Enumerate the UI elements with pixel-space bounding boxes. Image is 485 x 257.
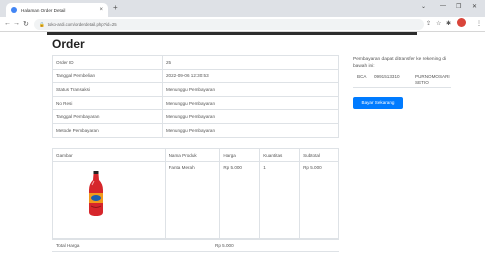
account-holder-name: PURNOMOSARI SETIO: [415, 74, 450, 85]
product-name-cell: Fanta Merah: [164, 161, 221, 240]
forward-icon[interactable]: →: [13, 20, 20, 27]
order-items-table: Gambar Nama Produk Harga Kuantitas Subto…: [52, 148, 339, 240]
close-window-icon[interactable]: ✕: [472, 3, 477, 10]
column-header-price: Harga: [219, 148, 261, 162]
purchase-date-label: Tanggal Pembelian: [52, 68, 163, 84]
product-quantity-cell: 1: [259, 161, 301, 240]
site-favicon-icon: [11, 7, 17, 13]
payment-date-label: Tanggal Pembayaran: [52, 109, 163, 124]
address-bar: ← → ↻ 🔒 toko-ardi.com/orderdetail.php?id…: [0, 17, 485, 32]
page-title: Order: [52, 37, 85, 51]
share-icon[interactable]: ⇪: [426, 20, 431, 27]
bank-name: BCA: [357, 74, 367, 79]
tab-title: Halaman Order Detail: [21, 7, 66, 13]
url-text: toko-ardi.com/orderdetail.php?id=25: [47, 22, 117, 27]
receipt-number-label: No Resi: [52, 95, 163, 111]
table-row: Tanggal Pembayaran Menunggu Pembayaran: [52, 109, 339, 124]
column-header-product: Nama Produk: [164, 148, 221, 162]
bookmark-star-icon[interactable]: ☆: [436, 20, 441, 27]
page-header-stripe: [47, 32, 417, 35]
table-row: Fanta Merah Rp 5.000 1 Rp 5.000: [52, 161, 339, 240]
total-value: Rp 5.000: [215, 243, 234, 248]
tab-search-icon[interactable]: ⌄: [421, 3, 426, 10]
reload-icon[interactable]: ↻: [23, 20, 29, 28]
payment-method-value: Menunggu Pembayaran: [162, 122, 339, 138]
order-id-value: 25: [162, 55, 339, 70]
receipt-number-value: Menunggu Pembayaran: [162, 95, 339, 111]
close-tab-icon[interactable]: ×: [99, 7, 103, 13]
new-tab-icon[interactable]: +: [113, 3, 118, 12]
column-header-quantity: Kuantitas: [259, 148, 301, 162]
table-row: Status Transaksi Menunggu Pembayaran: [52, 82, 339, 97]
browser-tab-bar: Halaman Order Detail × + ⌄ — ❐ ✕: [0, 0, 485, 17]
transaction-status-value: Menunggu Pembayaran: [162, 82, 339, 97]
table-row: Order ID 25: [52, 55, 339, 70]
payment-date-value: Menunggu Pembayaran: [162, 109, 339, 124]
product-price-cell: Rp 5.000: [219, 161, 261, 240]
pay-now-button[interactable]: Bayar Sekarang: [353, 97, 403, 109]
table-header-row: Gambar Nama Produk Harga Kuantitas Subto…: [52, 148, 339, 162]
total-label: Total Harga: [56, 243, 80, 248]
lock-icon: 🔒: [39, 21, 45, 27]
url-input[interactable]: 🔒 toko-ardi.com/orderdetail.php?id=25: [34, 19, 424, 30]
browser-tab[interactable]: Halaman Order Detail ×: [6, 3, 108, 17]
fanta-bottle-image: [89, 171, 103, 216]
product-image-cell: [52, 161, 166, 240]
back-icon[interactable]: ←: [4, 20, 11, 27]
profile-avatar[interactable]: [457, 18, 466, 27]
order-info-table: Order ID 25 Tanggal Pembelian 2022-09-06…: [52, 55, 339, 138]
order-id-label: Order ID: [52, 55, 163, 70]
bank-account-row: BCA 0991513310 PURNOMOSARI SETIO: [353, 71, 451, 88]
payment-instruction: Pembayaran dapat ditransfer ke rekening …: [353, 57, 447, 69]
column-header-image: Gambar: [52, 148, 166, 162]
transaction-status-label: Status Transaksi: [52, 82, 163, 97]
table-row: Tanggal Pembelian 2022-09-06 12:30:53: [52, 68, 339, 84]
table-row: No Resi Menunggu Pembayaran: [52, 95, 339, 111]
table-row: Metode Pembayaran Menunggu Pembayaran: [52, 122, 339, 138]
account-number: 0991513310: [374, 74, 400, 79]
column-header-subtotal: Subtotal: [299, 148, 339, 162]
restore-icon[interactable]: ❐: [456, 3, 461, 10]
payment-method-label: Metode Pembayaran: [52, 122, 163, 138]
purchase-date-value: 2022-09-06 12:30:53: [162, 68, 339, 84]
extensions-icon[interactable]: ✱: [446, 20, 451, 27]
product-subtotal-cell: Rp 5.000: [299, 161, 339, 240]
menu-icon[interactable]: ⋮: [476, 20, 482, 27]
total-row: Total Harga Rp 5.000: [52, 238, 339, 252]
minimize-icon[interactable]: —: [440, 3, 446, 9]
